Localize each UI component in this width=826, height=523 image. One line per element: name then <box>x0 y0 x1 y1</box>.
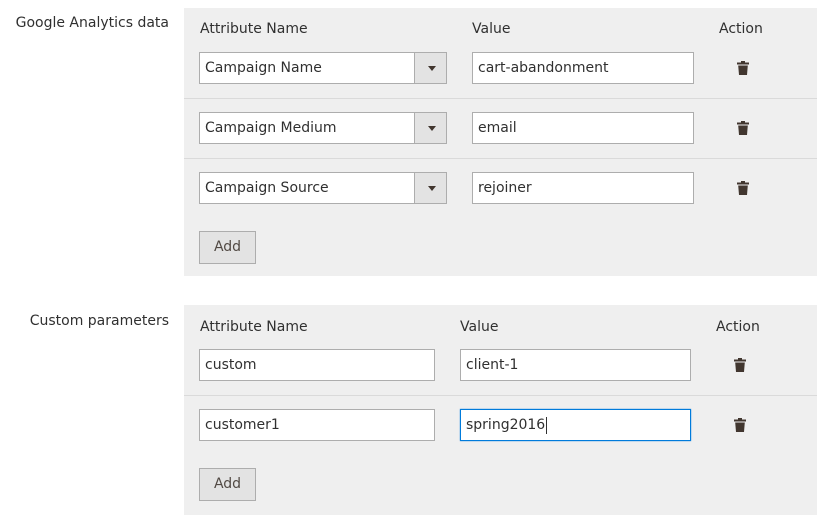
attribute-select[interactable]: Campaign Medium <box>199 112 447 144</box>
value-input[interactable]: client-1 <box>460 349 691 381</box>
table-row: Campaign Source rejoiner <box>184 158 817 218</box>
column-header-value: Value <box>472 21 511 37</box>
value-input-text: spring2016 <box>466 417 546 433</box>
value-input[interactable]: cart-abandonment <box>472 52 694 84</box>
chevron-down-icon <box>428 126 436 131</box>
attribute-name-input[interactable]: customer1 <box>199 409 435 441</box>
dropdown-toggle[interactable] <box>414 172 447 204</box>
add-row-button[interactable]: Add <box>199 231 256 264</box>
column-header-value: Value <box>460 319 499 335</box>
custom-parameters-panel: Attribute Name Value Action custom clien… <box>184 305 817 515</box>
text-cursor <box>546 416 548 434</box>
dropdown-toggle[interactable] <box>414 112 447 144</box>
column-header-attribute-name: Attribute Name <box>200 319 308 335</box>
attribute-select-value: Campaign Name <box>205 60 322 76</box>
attribute-select-value: Campaign Medium <box>205 120 337 136</box>
trash-icon[interactable] <box>737 181 749 195</box>
table-row: custom client-1 <box>184 335 817 396</box>
dropdown-toggle[interactable] <box>414 52 447 84</box>
attribute-select[interactable]: Campaign Name <box>199 52 447 84</box>
value-input-focused[interactable]: spring2016 <box>460 409 691 441</box>
google-analytics-panel: Attribute Name Value Action Campaign Nam… <box>184 8 817 276</box>
column-header-action: Action <box>719 21 763 37</box>
section-label-google-analytics: Google Analytics data <box>15 15 169 31</box>
attribute-name-input[interactable]: custom <box>199 349 435 381</box>
chevron-down-icon <box>428 186 436 191</box>
trash-icon[interactable] <box>734 358 746 372</box>
section-label-custom-parameters: Custom parameters <box>29 313 169 329</box>
table-row: customer1 spring2016 <box>184 395 817 455</box>
trash-icon[interactable] <box>737 121 749 135</box>
trash-icon[interactable] <box>737 61 749 75</box>
column-header-attribute-name: Attribute Name <box>200 21 308 37</box>
column-header-action: Action <box>716 319 760 335</box>
table-row: Campaign Medium email <box>184 98 817 159</box>
table-row: Campaign Name cart-abandonment <box>184 38 817 99</box>
value-input[interactable]: rejoiner <box>472 172 694 204</box>
chevron-down-icon <box>428 66 436 71</box>
add-row-button[interactable]: Add <box>199 468 256 501</box>
attribute-select-value: Campaign Source <box>205 180 329 196</box>
attribute-select[interactable]: Campaign Source <box>199 172 447 204</box>
trash-icon[interactable] <box>734 418 746 432</box>
value-input[interactable]: email <box>472 112 694 144</box>
